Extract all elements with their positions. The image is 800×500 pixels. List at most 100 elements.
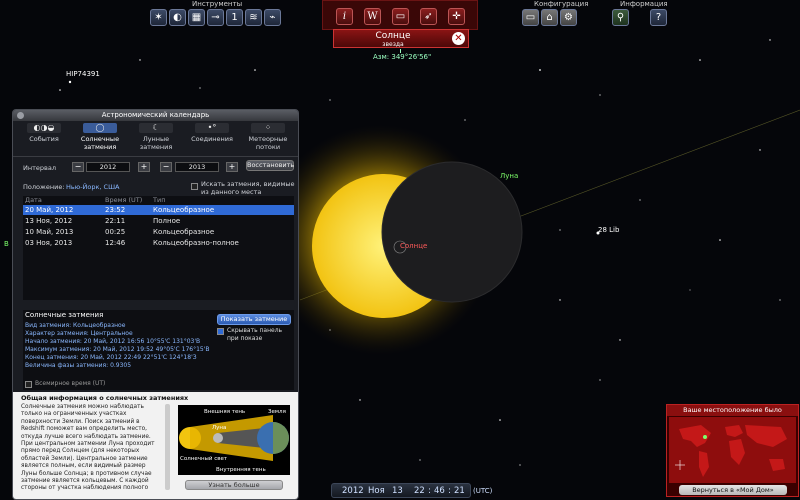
location-label: Положение:: [23, 183, 65, 191]
detail-line: Характер затмения: Центральное: [25, 330, 133, 337]
interval-label: Интервал: [23, 164, 56, 172]
eclipse-diagram: Внешняя тень Земля Луна Солнечный свет В…: [178, 405, 290, 475]
table-row[interactable]: 13 Ноя, 2012 22:11 Полное: [23, 216, 294, 226]
map-title: Ваше местоположение было изменено: [667, 405, 798, 425]
astronomical-calendar-panel[interactable]: Астрономический календарь ◐◑◒ События ◯ …: [12, 109, 299, 500]
sun-label[interactable]: Солнце: [400, 242, 427, 250]
telescope-icon[interactable]: ⊸: [207, 9, 224, 26]
year-from-plus-button[interactable]: +: [138, 162, 150, 172]
time-sep: :: [428, 486, 431, 496]
tab-conjunctions[interactable]: •° Соединения: [185, 123, 239, 157]
planet-icon[interactable]: ◐: [169, 9, 186, 26]
object-type: звезда: [382, 41, 404, 48]
visible-only-label: Искать затмения, видимые из данного мест…: [201, 180, 295, 196]
time-year[interactable]: 2012: [342, 486, 364, 496]
diagram-label-outer-shadow: Внешняя тень: [204, 409, 245, 415]
general-info-text: Солнечные затмения можно наблюдать тольк…: [21, 404, 155, 492]
scrollbar[interactable]: [165, 404, 170, 490]
object-name: Солнце: [375, 31, 411, 41]
details-title: Солнечные затмения: [25, 311, 104, 319]
table-row[interactable]: 20 Май, 2012 23:52 Кольцеобразное: [23, 205, 294, 215]
universal-time-checkbox[interactable]: [25, 381, 32, 388]
universal-time-label: Всемирное время (UT): [35, 380, 106, 387]
table-row[interactable]: 10 Май, 2013 00:25 Кольцеобразное: [23, 227, 294, 237]
wikipedia-icon[interactable]: W: [364, 8, 381, 25]
restore-button[interactable]: Восстановить: [246, 160, 294, 171]
diagram-label-earth: Земля: [268, 409, 286, 415]
object-tools-group: i W ▭ ➶ ✛: [322, 0, 478, 30]
book-icon[interactable]: ▭: [392, 8, 409, 25]
general-info-section: Общая информация о солнечных затмениях С…: [13, 392, 298, 499]
year-from-minus-button[interactable]: −: [72, 162, 84, 172]
year-to-plus-button[interactable]: +: [226, 162, 238, 172]
star-label[interactable]: HIP74391: [66, 70, 100, 78]
close-icon[interactable]: ✕: [452, 32, 465, 45]
lib-label[interactable]: 28 Lib: [598, 226, 619, 234]
tab-divider: [13, 156, 298, 157]
year-from-field[interactable]: 2012: [86, 162, 130, 172]
display-icon[interactable]: ▭: [522, 9, 539, 26]
time-month[interactable]: Ноя: [368, 486, 385, 496]
time-minute[interactable]: 46: [434, 486, 445, 496]
time-display[interactable]: 2012 Ноя 13 22 : 46 : 21: [331, 483, 471, 498]
selected-object-bar[interactable]: Солнце звезда ✕: [333, 29, 469, 48]
column-type[interactable]: Тип: [153, 196, 165, 204]
tools-label: Инструменты: [192, 0, 243, 8]
calendar-icon[interactable]: ▦: [188, 9, 205, 26]
show-eclipse-button[interactable]: Показать затмение: [217, 314, 291, 325]
lunar-eclipse-icon: ☾: [139, 123, 173, 133]
location-changed-window: Ваше местоположение было изменено Вернут…: [666, 404, 799, 497]
tab-events[interactable]: ◐◑◒ События: [17, 123, 71, 157]
diagram-label-inner-shadow: Внутренняя тень: [216, 467, 266, 473]
hide-panel-label: Скрывать панель при показе: [227, 327, 283, 342]
time-second[interactable]: 21: [454, 486, 465, 496]
azimuth-readout: Азм: 349°26'56": [373, 53, 432, 61]
detail-line: Максимум затмения: 20 Май, 2012 19:52 49…: [25, 346, 210, 353]
return-home-button[interactable]: Вернуться в «Мой Дом»: [679, 485, 787, 495]
year-to-minus-button[interactable]: −: [160, 162, 172, 172]
edge-label: B: [4, 240, 9, 248]
tools-group: Инструменты ✶ ◐ ▦ ⊸ 1 ≋ ⌁: [150, 0, 290, 30]
satellite-icon[interactable]: ⌁: [264, 9, 281, 26]
crosshair-icon[interactable]: ✛: [448, 8, 465, 25]
eclipse-table[interactable]: Дата Время (UT) Тип 20 Май, 2012 23:52 К…: [23, 196, 294, 300]
constellation-icon[interactable]: ✶: [150, 9, 167, 26]
time-day[interactable]: 13: [392, 486, 403, 496]
help-icon[interactable]: ?: [650, 9, 667, 26]
azimuth-marker: [400, 49, 401, 53]
visible-only-checkbox[interactable]: [191, 183, 198, 190]
time-hour[interactable]: 22: [414, 486, 425, 496]
conjunction-icon: •°: [195, 123, 229, 133]
rocket-icon[interactable]: ➶: [420, 8, 437, 25]
location-icon[interactable]: ⌂: [541, 9, 558, 26]
number-icon[interactable]: 1: [226, 9, 243, 26]
column-time[interactable]: Время (UT): [105, 196, 142, 204]
table-row[interactable]: 03 Ноя, 2013 12:46 Кольцеобразно-полное: [23, 238, 294, 248]
info-icon[interactable]: i: [336, 8, 353, 25]
tab-meteor-showers[interactable]: ⁘ Метеорные потоки: [241, 123, 295, 157]
location-value[interactable]: Нью-Йорк, США: [66, 183, 120, 191]
stats-icon[interactable]: ≋: [245, 9, 262, 26]
hide-panel-checkbox[interactable]: [217, 328, 224, 335]
detail-line: Конец затмения: 20 Май, 2012 22:49 22°51…: [25, 354, 197, 361]
detail-line: Величина фазы затмения: 0.9305: [25, 362, 132, 369]
gear-icon[interactable]: ⚙: [560, 9, 577, 26]
config-group: Конфигурация ▭ ⌂ ⚙: [522, 0, 592, 30]
time-sep: :: [448, 486, 451, 496]
calendar-title[interactable]: Астрономический календарь: [13, 110, 298, 121]
learn-more-button[interactable]: Узнать больше: [185, 480, 283, 490]
magnifier-icon[interactable]: ⚲: [612, 9, 629, 26]
moon-label[interactable]: Луна: [500, 172, 518, 180]
panel-close-icon[interactable]: [17, 112, 24, 119]
moon-phases-icon: ◐◑◒: [27, 123, 61, 133]
tab-solar-eclipses[interactable]: ◯ Солнечные затмения: [73, 123, 127, 157]
column-date[interactable]: Дата: [25, 196, 42, 204]
info-group: Информация ⚲ ?: [612, 0, 672, 30]
year-to-field[interactable]: 2013: [175, 162, 219, 172]
time-zone: (UTC): [473, 487, 493, 495]
tab-lunar-eclipses[interactable]: ☾ Лунные затмения: [129, 123, 183, 157]
world-map[interactable]: [669, 417, 796, 483]
config-label: Конфигурация: [534, 0, 589, 8]
general-info-title: Общая информация о солнечных затмениях: [21, 394, 189, 402]
hip-star: [68, 80, 72, 84]
